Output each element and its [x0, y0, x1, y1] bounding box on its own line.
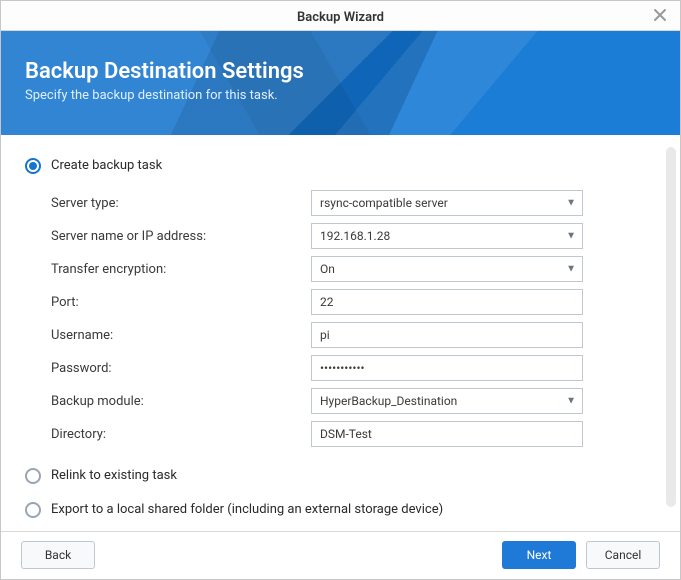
- banner: Backup Destination Settings Specify the …: [1, 31, 680, 135]
- radio-relink-label: Relink to existing task: [51, 468, 177, 483]
- close-button[interactable]: [648, 6, 672, 30]
- row-server-addr: Server name or IP address: 192.168.1.28 …: [51, 220, 656, 253]
- scrollbar[interactable]: [666, 147, 676, 507]
- back-button[interactable]: Back: [21, 541, 95, 569]
- chevron-down-icon: ▼: [566, 198, 576, 209]
- create-task-form: Server type: rsync-compatible server ▼ S…: [51, 187, 656, 451]
- select-server-type-value: rsync-compatible server: [320, 196, 448, 210]
- select-module-value: HyperBackup_Destination: [320, 394, 457, 408]
- chevron-down-icon: ▼: [566, 231, 576, 242]
- close-icon: [653, 8, 667, 22]
- banner-heading: Backup Destination Settings: [25, 59, 656, 84]
- label-encryption: Transfer encryption:: [51, 262, 311, 277]
- label-username: Username:: [51, 328, 311, 343]
- row-server-type: Server type: rsync-compatible server ▼: [51, 187, 656, 220]
- input-directory[interactable]: [311, 421, 583, 447]
- row-port: Port:: [51, 286, 656, 319]
- chevron-down-icon: ▼: [566, 396, 576, 407]
- titlebar: Backup Wizard: [1, 1, 680, 31]
- radio-export-label: Export to a local shared folder (includi…: [51, 502, 443, 517]
- radio-icon: [25, 468, 41, 484]
- backup-wizard-dialog: Backup Wizard Backup Destination Setting…: [0, 0, 681, 580]
- content-pane: Create backup task Server type: rsync-co…: [1, 135, 680, 531]
- next-button[interactable]: Next: [502, 541, 576, 569]
- row-username: Username:: [51, 319, 656, 352]
- select-encryption[interactable]: On ▼: [311, 256, 583, 282]
- label-password: Password:: [51, 361, 311, 376]
- radio-create-task[interactable]: Create backup task: [25, 153, 656, 179]
- row-password: Password:: [51, 352, 656, 385]
- radio-icon: [25, 502, 41, 518]
- label-server-type: Server type:: [51, 196, 311, 211]
- select-module[interactable]: HyperBackup_Destination ▼: [311, 388, 583, 414]
- row-encryption: Transfer encryption: On ▼: [51, 253, 656, 286]
- select-encryption-value: On: [320, 262, 335, 276]
- label-server-addr: Server name or IP address:: [51, 229, 311, 244]
- combo-server-addr[interactable]: 192.168.1.28 ▼: [311, 223, 583, 249]
- secondary-options: Relink to existing task Export to a loca…: [25, 463, 656, 523]
- select-server-type[interactable]: rsync-compatible server ▼: [311, 190, 583, 216]
- input-port[interactable]: [311, 289, 583, 315]
- chevron-down-icon: ▼: [566, 264, 576, 275]
- radio-icon: [25, 158, 41, 174]
- label-module: Backup module:: [51, 394, 311, 409]
- input-password[interactable]: [311, 355, 583, 381]
- row-directory: Directory:: [51, 418, 656, 451]
- cancel-button[interactable]: Cancel: [586, 541, 660, 569]
- label-directory: Directory:: [51, 427, 311, 442]
- radio-export-task[interactable]: Export to a local shared folder (includi…: [25, 497, 656, 523]
- row-module: Backup module: HyperBackup_Destination ▼: [51, 385, 656, 418]
- label-port: Port:: [51, 295, 311, 310]
- footer: Back Next Cancel: [1, 531, 680, 580]
- combo-server-addr-value: 192.168.1.28: [320, 229, 390, 243]
- input-username[interactable]: [311, 322, 583, 348]
- radio-relink-task[interactable]: Relink to existing task: [25, 463, 656, 489]
- banner-subheading: Specify the backup destination for this …: [25, 88, 656, 103]
- radio-create-label: Create backup task: [51, 158, 162, 173]
